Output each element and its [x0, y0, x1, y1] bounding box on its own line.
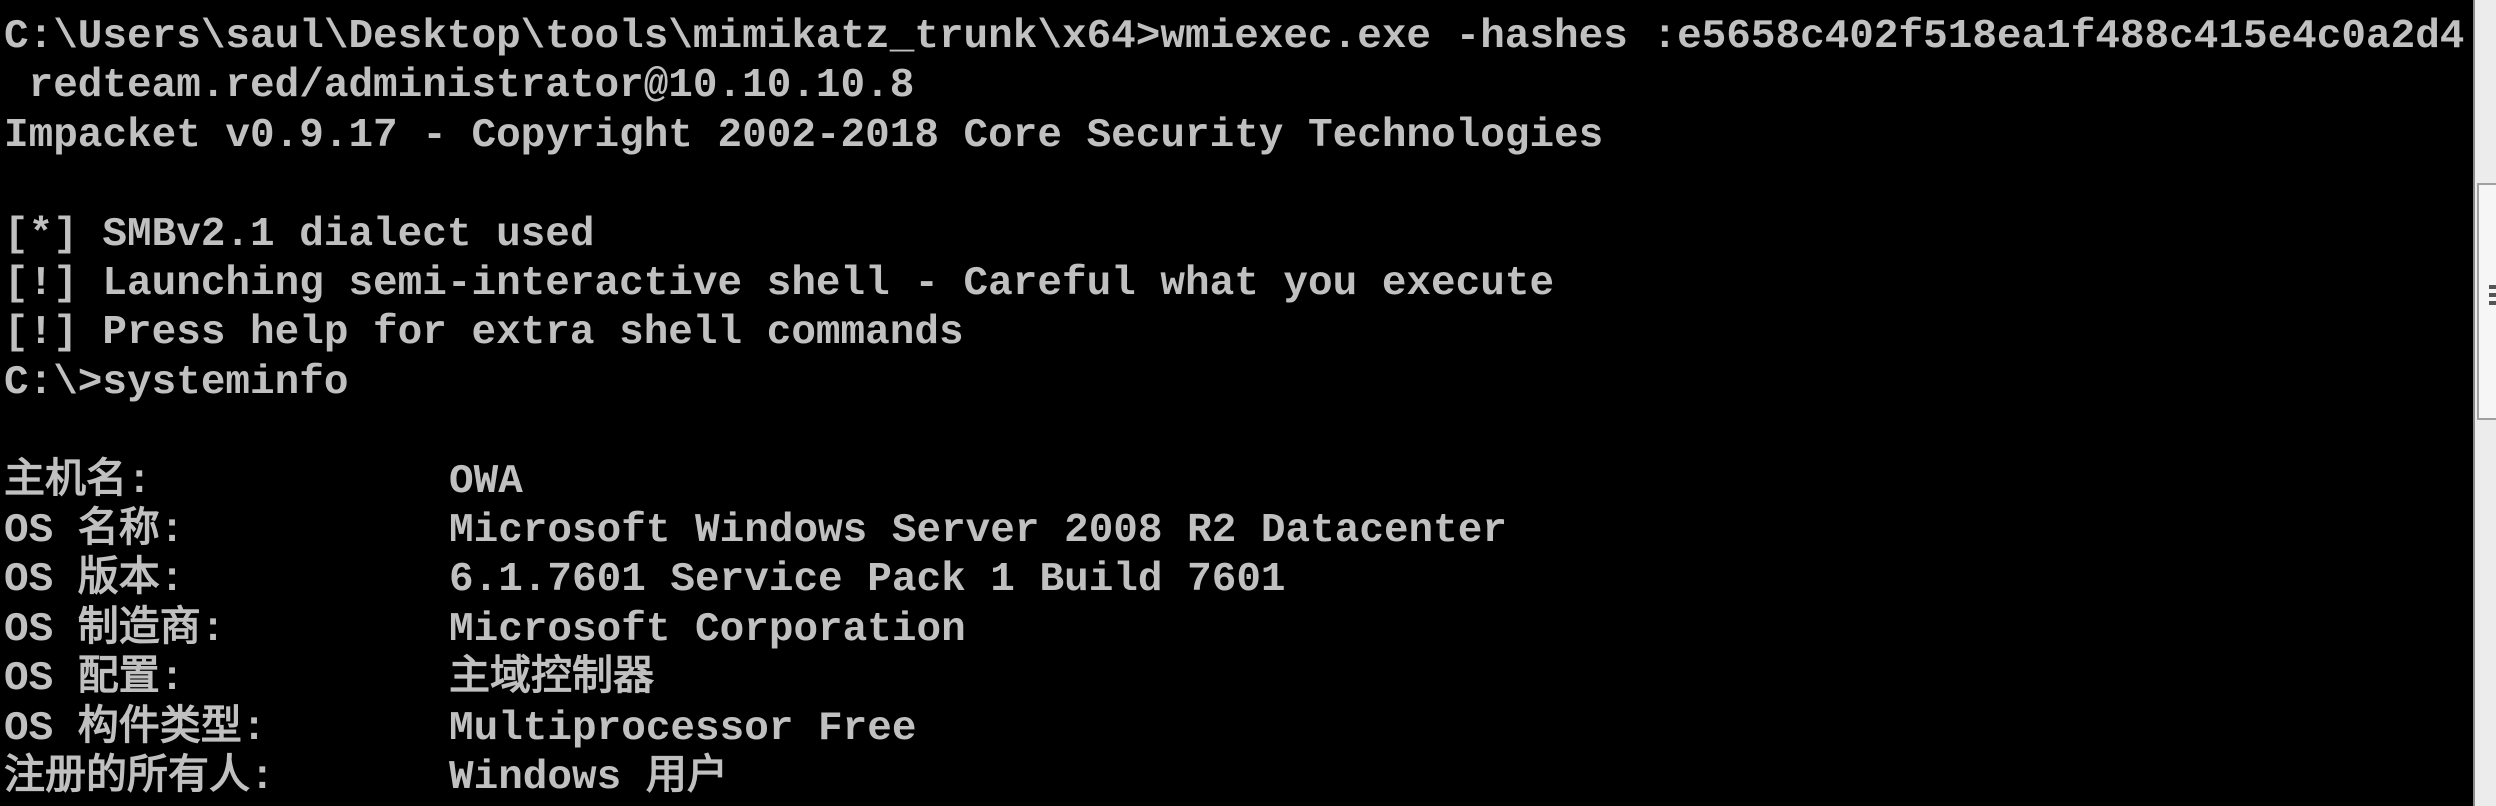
info-label: 主机名:: [4, 458, 152, 505]
info-value: Multiprocessor Free: [449, 705, 917, 752]
info-label: OS 版本:: [4, 557, 185, 604]
info-value: 主域控制器: [449, 656, 654, 703]
console-line: OS 版本: 6.1.7601 Service Pack 1 Build 7601: [4, 556, 1286, 605]
console-output[interactable]: C:\Users\saul\Desktop\tools\mimikatz_tru…: [0, 0, 2473, 806]
console-line: [*] SMBv2.1 dialect used: [4, 211, 595, 258]
info-label: OS 名称:: [4, 508, 185, 554]
info-label: OS 配置:: [4, 656, 185, 703]
console-line: Impacket v0.9.17 - Copyright 2002-2018 C…: [4, 112, 1604, 159]
info-label: OS 制造商:: [4, 606, 226, 653]
info-value: Microsoft Corporation: [449, 606, 966, 653]
console-line: 注册的所有人: Windows 用户: [4, 754, 728, 803]
info-value: 6.1.7601 Service Pack 1 Build 7601: [449, 557, 1286, 604]
console-line: 主机名: OWA: [4, 458, 523, 507]
info-label: 注册的所有人:: [4, 755, 275, 801]
console-line: OS 构件类型: Multiprocessor Free: [4, 705, 916, 754]
console-line: redteam.red/administrator@10.10.10.8: [4, 63, 915, 110]
console-line: [!] Launching semi-interactive shell - C…: [4, 261, 1555, 307]
vertical-scrollbar[interactable]: [2473, 0, 2496, 806]
info-value: Microsoft Windows Server 2008 R2 Datacen…: [449, 508, 1507, 554]
console-line: OS 配置: 主域控制器: [4, 655, 654, 704]
console-line: C:\Users\saul\Desktop\tools\mimikatz_tru…: [4, 14, 2465, 60]
console-line: OS 制造商: Microsoft Corporation: [4, 606, 966, 655]
console-line: C:\>systeminfo: [4, 359, 349, 406]
grip-icon: [2489, 285, 2496, 307]
info-value: Windows 用户: [449, 755, 728, 801]
console-line: OS 名称: Microsoft Windows Server 2008 R2 D…: [4, 507, 1507, 556]
info-value: OWA: [449, 458, 523, 505]
info-label: OS 构件类型:: [4, 705, 267, 752]
console-line: [!] Press help for extra shell commands: [4, 310, 964, 357]
scrollbar-thumb[interactable]: [2477, 183, 2496, 420]
